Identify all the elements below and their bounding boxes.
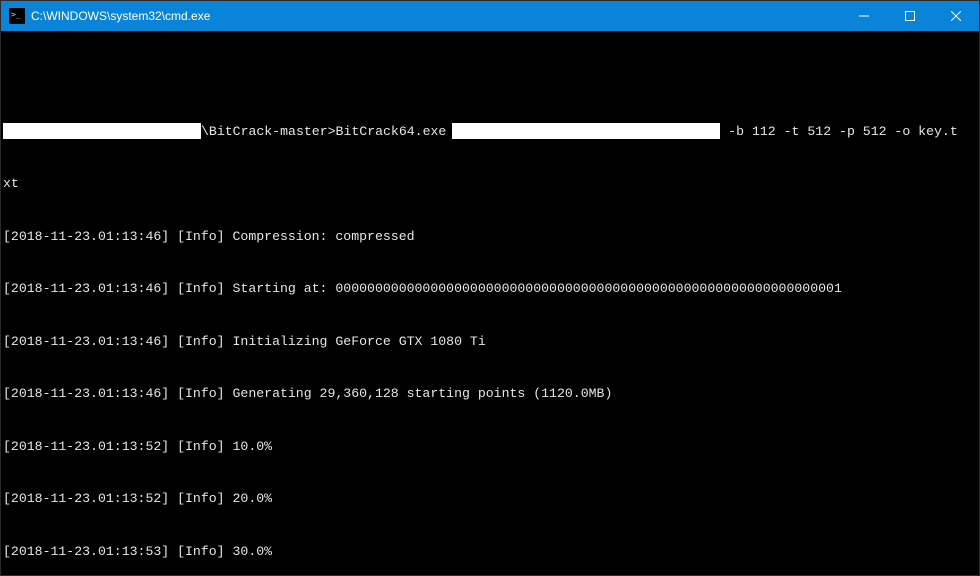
log-line: [2018-11-23.01:13:46] [Info] Starting at… — [3, 280, 977, 298]
maximize-button[interactable] — [887, 1, 933, 31]
log-line: [2018-11-23.01:13:46] [Info] Compression… — [3, 228, 977, 246]
cmd-window: C:\WINDOWS\system32\cmd.exe \BitCrack-ma… — [0, 0, 980, 576]
titlebar[interactable]: C:\WINDOWS\system32\cmd.exe — [1, 1, 979, 31]
prompt-args: -b 112 -t 512 -p 512 -o key.t — [720, 123, 957, 141]
close-button[interactable] — [933, 1, 979, 31]
blank-line — [3, 70, 977, 88]
log-line: [2018-11-23.01:13:46] [Info] Generating … — [3, 385, 977, 403]
minimize-button[interactable] — [841, 1, 887, 31]
window-controls — [841, 1, 979, 31]
minimize-icon — [859, 11, 869, 21]
close-icon — [951, 11, 961, 21]
prompt-text: \BitCrack-master>BitCrack64.exe — [201, 123, 446, 141]
log-line: [2018-11-23.01:13:52] [Info] 20.0% — [3, 490, 977, 508]
maximize-icon — [905, 11, 915, 21]
terminal-output[interactable]: \BitCrack-master>BitCrack64.exe -b 112 -… — [1, 31, 979, 575]
cmd-icon — [9, 8, 25, 24]
log-line: [2018-11-23.01:13:52] [Info] 10.0% — [3, 438, 977, 456]
redacted-arg — [452, 123, 720, 139]
log-line: [2018-11-23.01:13:53] [Info] 30.0% — [3, 543, 977, 561]
window-title: C:\WINDOWS\system32\cmd.exe — [31, 9, 841, 23]
command-line: \BitCrack-master>BitCrack64.exe -b 112 -… — [3, 123, 977, 141]
redacted-path — [3, 123, 201, 139]
command-wrap: xt — [3, 175, 977, 193]
log-line: [2018-11-23.01:13:46] [Info] Initializin… — [3, 333, 977, 351]
